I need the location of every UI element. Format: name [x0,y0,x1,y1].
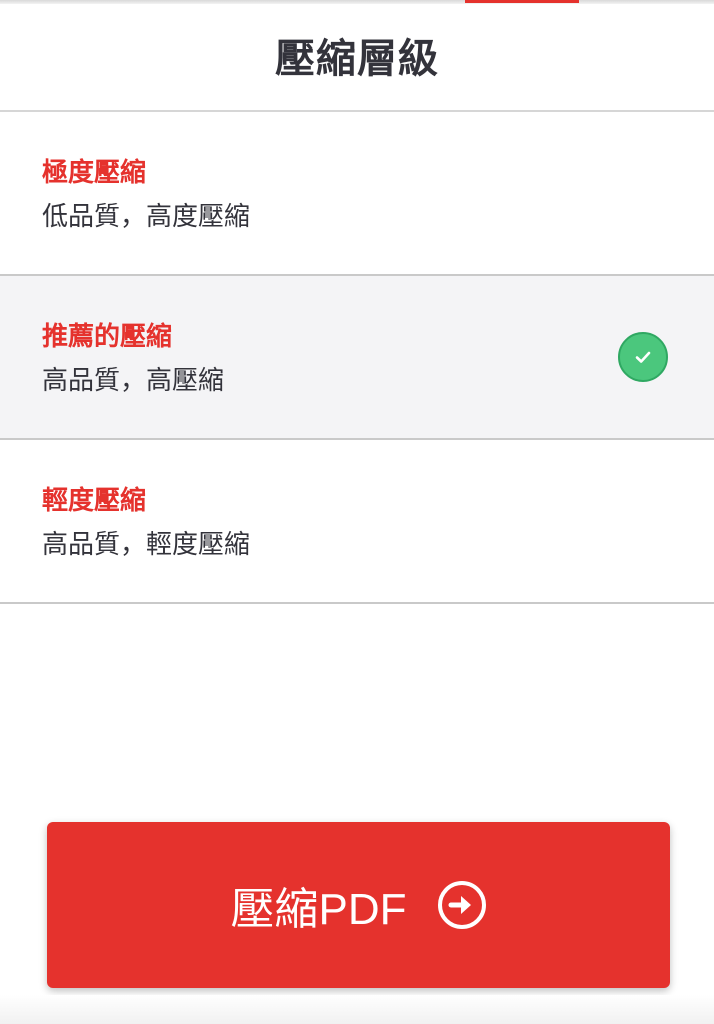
header: 壓縮層級 [0,0,714,112]
compression-options: 極度壓縮 低品質，高度壓縮 推薦的壓縮 高品質，高壓縮 輕度壓縮 高品質，輕度壓… [0,112,714,604]
compress-pdf-label: 壓縮PDF [230,885,407,934]
compress-pdf-button[interactable]: 壓縮PDF [47,822,670,988]
check-icon [618,332,668,382]
option-title: 推薦的壓縮 [42,322,173,352]
bottom-shade [0,995,714,1024]
page-title: 壓縮層級 [275,36,439,82]
option-title: 輕度壓縮 [42,486,147,516]
option-recommended-compression[interactable]: 推薦的壓縮 高品質，高壓縮 [0,276,714,440]
option-description: 高品質，高壓縮 [42,366,225,396]
option-extreme-compression[interactable]: 極度壓縮 低品質，高度壓縮 [0,112,714,276]
option-description: 低品質，高度壓縮 [42,202,251,232]
compression-level-page: 壓縮層級 極度壓縮 低品質，高度壓縮 推薦的壓縮 高品質，高壓縮 輕度壓縮 高品… [0,0,714,1024]
option-low-compression[interactable]: 輕度壓縮 高品質，輕度壓縮 [0,440,714,604]
arrow-right-circle-icon [437,880,487,930]
option-title: 極度壓縮 [42,158,147,188]
option-description: 高品質，輕度壓縮 [42,530,251,560]
